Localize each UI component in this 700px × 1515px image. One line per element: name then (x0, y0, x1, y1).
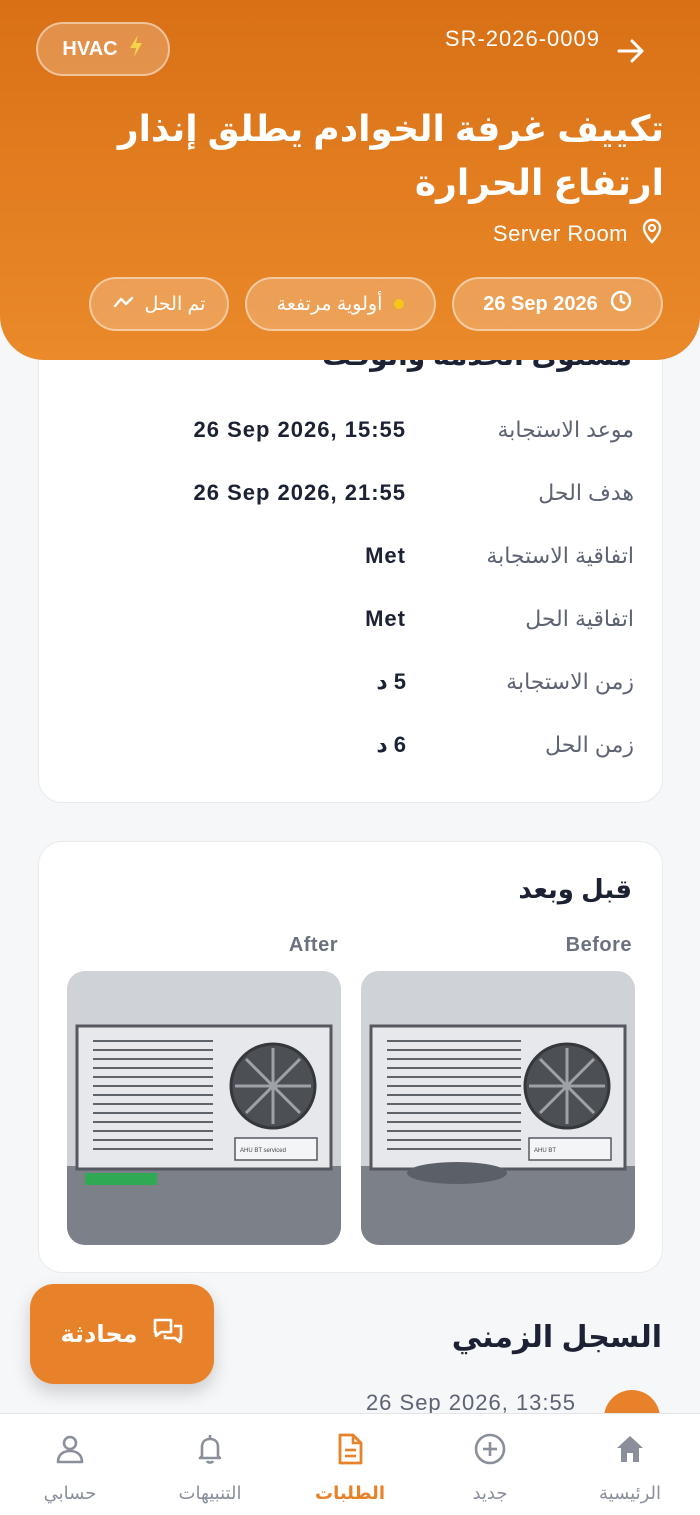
nav-item-profile[interactable]: حسابي (0, 1414, 140, 1515)
back-arrow-icon[interactable] (614, 34, 648, 68)
map-pin-icon (628, 218, 662, 250)
document-icon (333, 1432, 367, 1471)
date-badge: 26 Sep 2026 (452, 277, 663, 331)
bottom-nav: حسابي التنبيهات الطلبات جديد الرئيسية (0, 1413, 700, 1515)
bell-icon (193, 1432, 227, 1471)
category-badge: HVAC (36, 22, 170, 76)
home-icon (613, 1432, 647, 1471)
nav-item-home[interactable]: الرئيسية (560, 1414, 700, 1515)
sla-value: 5 د (376, 669, 406, 694)
sla-label: اتفاقية الاستجابة (486, 543, 634, 568)
before-tag: AHU BT (534, 1148, 556, 1154)
chat-label: محادثة (60, 1320, 138, 1348)
sla-row: اتفاقية الحل Met (39, 598, 664, 638)
chat-icon (138, 1317, 184, 1352)
location-label: Server Room (492, 221, 628, 246)
nav-label: التنبيهات (178, 1483, 242, 1503)
sla-row: زمن الاستجابة 5 د (39, 661, 664, 701)
sla-label: زمن الحل (545, 732, 634, 757)
before-photo[interactable]: AHU BT (361, 971, 635, 1245)
sla-card: مستوى الخدمة والوقت موعد الاستجابة 26 Se… (38, 300, 663, 803)
sla-label: موعد الاستجابة (497, 417, 635, 442)
trend-icon (113, 293, 145, 316)
request-header: HVAC SR-2026-0009 تكييف غرفة الخوادم يطل… (0, 0, 700, 360)
plus-circle-icon (473, 1432, 507, 1471)
sla-label: زمن الاستجابة (506, 669, 634, 694)
timeline-title: السجل الزمني (451, 1321, 662, 1354)
sla-label: هدف الحل (538, 480, 634, 505)
date-label: 26 Sep 2026 (483, 292, 598, 315)
priority-dot (394, 299, 405, 309)
sla-row: موعد الاستجابة 26 Sep 2026, 15:55 (39, 409, 664, 449)
nav-label: حسابي (43, 1483, 97, 1503)
priority-badge: أولوية مرتفعة (245, 277, 436, 331)
chat-button[interactable]: محادثة (30, 1284, 214, 1384)
nav-label: الرئيسية (599, 1483, 661, 1503)
clock-icon (610, 290, 632, 318)
nav-label: جديد (472, 1483, 508, 1503)
sla-value: 26 Sep 2026, 15:55 (193, 417, 406, 442)
before-after-card: قبل وبعد Before After AHU BT AHU BT serv… (38, 841, 663, 1273)
nav-item-new[interactable]: جديد (420, 1414, 560, 1515)
status-badge: تم الحل (89, 277, 229, 331)
nav-label: الطلبات (314, 1483, 385, 1503)
sla-label: اتفاقية الحل (525, 606, 634, 631)
request-title: تكييف غرفة الخوادم يطلق إنذار ارتفاع الح… (117, 108, 664, 203)
priority-label: أولوية مرتفعة (276, 293, 383, 315)
request-id: SR-2026-0009 (444, 26, 600, 51)
location: Server Room (493, 218, 662, 250)
user-icon (53, 1432, 87, 1471)
before-label: Before (565, 934, 632, 956)
lightning-icon (128, 34, 144, 64)
sla-row: زمن الحل 6 د (39, 724, 664, 764)
after-photo[interactable]: AHU BT serviced (67, 971, 341, 1245)
before-after-title: قبل وبعد (518, 874, 632, 904)
sla-value: 26 Sep 2026, 21:55 (193, 480, 406, 505)
sla-value: 6 د (376, 732, 406, 757)
sla-row: اتفاقية الاستجابة Met (39, 535, 664, 575)
nav-item-requests[interactable]: الطلبات (280, 1414, 420, 1515)
sla-value: Met (365, 543, 406, 568)
after-label: After (288, 934, 338, 956)
nav-item-notifications[interactable]: التنبيهات (140, 1414, 280, 1515)
category-label: HVAC (62, 37, 118, 60)
sla-value: Met (365, 606, 406, 631)
after-tag: AHU BT serviced (240, 1148, 286, 1154)
status-label: تم الحل (144, 293, 206, 315)
sla-row: هدف الحل 26 Sep 2026, 21:55 (39, 472, 664, 512)
